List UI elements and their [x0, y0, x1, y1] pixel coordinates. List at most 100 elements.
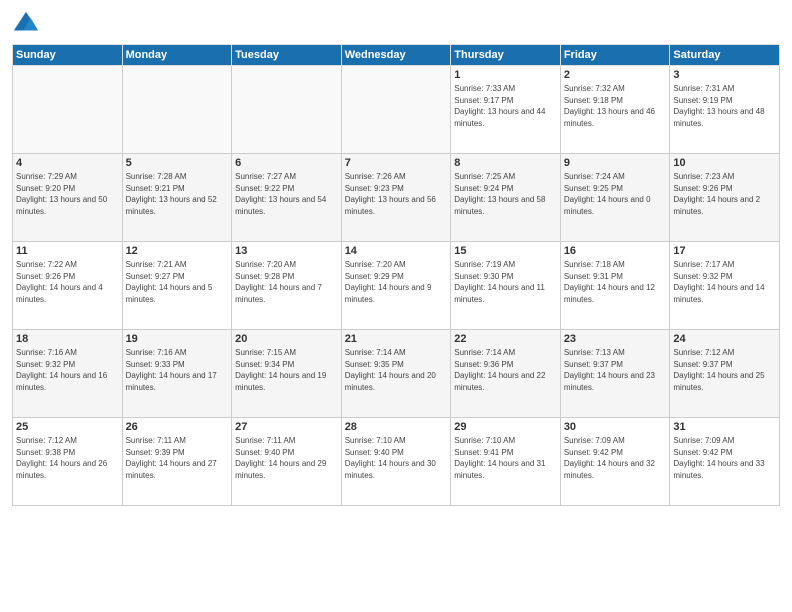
- day-number: 2: [564, 69, 667, 81]
- calendar-cell: 19Sunrise: 7:16 AMSunset: 9:33 PMDayligh…: [122, 330, 232, 418]
- page-container: SundayMondayTuesdayWednesdayThursdayFrid…: [0, 0, 792, 612]
- calendar-header-wednesday: Wednesday: [341, 45, 451, 66]
- calendar-cell: 1 Sunrise: 7:33 AMSunset: 9:17 PMDaylight…: [451, 66, 561, 154]
- day-number: 10: [673, 157, 776, 169]
- day-info: Sunrise: 7:09 AMSunset: 9:42 PMDaylight:…: [564, 435, 667, 481]
- day-number: 26: [126, 421, 229, 433]
- calendar-cell: 20 Sunrise: 7:15 AMSunset: 9:34 PMDayligh…: [232, 330, 342, 418]
- day-info: Sunrise: 7:25 AMSunset: 9:24 PMDaylight:…: [454, 171, 557, 217]
- day-number: 7: [345, 157, 448, 169]
- calendar-header-sunday: Sunday: [13, 45, 123, 66]
- day-number: 13: [235, 245, 338, 257]
- day-number: 12: [126, 245, 229, 257]
- calendar-cell: 4 Sunrise: 7:29 AMSunset: 9:20 PMDaylight…: [13, 154, 123, 242]
- day-info: Sunrise: 7:14 AMSunset: 9:35 PMDaylight:…: [345, 347, 448, 393]
- calendar-header-tuesday: Tuesday: [232, 45, 342, 66]
- day-number: 24: [673, 333, 776, 345]
- calendar-cell: 14 Sunrise: 7:20 AMSunset: 9:29 PMDayligh…: [341, 242, 451, 330]
- day-info: Sunrise: 7:27 AMSunset: 9:22 PMDaylight:…: [235, 171, 338, 217]
- day-number: 3: [673, 69, 776, 81]
- day-info: Sunrise: 7:17 AMSunset: 9:32 PMDaylight:…: [673, 259, 776, 305]
- calendar-cell: 31 Sunrise: 7:09 AMSunset: 9:42 PMDayligh…: [670, 418, 780, 506]
- day-info: Sunrise: 7:12 AMSunset: 9:37 PMDaylight:…: [673, 347, 776, 393]
- calendar-cell: 12 Sunrise: 7:21 AMSunset: 9:27 PMDayligh…: [122, 242, 232, 330]
- calendar-cell: 2 Sunrise: 7:32 AMSunset: 9:18 PMDaylight…: [560, 66, 670, 154]
- calendar-table: SundayMondayTuesdayWednesdayThursdayFrid…: [12, 44, 780, 506]
- calendar-cell: 6 Sunrise: 7:27 AMSunset: 9:22 PMDaylight…: [232, 154, 342, 242]
- calendar-cell: 15 Sunrise: 7:19 AMSunset: 9:30 PMDayligh…: [451, 242, 561, 330]
- day-info: Sunrise: 7:29 AMSunset: 9:20 PMDaylight:…: [16, 171, 119, 217]
- calendar-cell: 26 Sunrise: 7:11 AMSunset: 9:39 PMDayligh…: [122, 418, 232, 506]
- calendar-cell: 8Sunrise: 7:25 AMSunset: 9:24 PMDaylight…: [451, 154, 561, 242]
- day-info: Sunrise: 7:11 AMSunset: 9:40 PMDaylight:…: [235, 435, 338, 481]
- day-info: Sunrise: 7:10 AMSunset: 9:41 PMDaylight:…: [454, 435, 557, 481]
- calendar-week-row: 25 Sunrise: 7:12 AMSunset: 9:38 PMDayligh…: [13, 418, 780, 506]
- day-number: 22: [454, 333, 557, 345]
- day-info: Sunrise: 7:18 AMSunset: 9:31 PMDaylight:…: [564, 259, 667, 305]
- calendar-week-row: 4 Sunrise: 7:29 AMSunset: 9:20 PMDaylight…: [13, 154, 780, 242]
- day-info: Sunrise: 7:22 AMSunset: 9:26 PMDaylight:…: [16, 259, 119, 305]
- calendar-week-row: 11Sunrise: 7:22 AMSunset: 9:26 PMDayligh…: [13, 242, 780, 330]
- day-info: Sunrise: 7:16 AMSunset: 9:33 PMDaylight:…: [126, 347, 229, 393]
- calendar-cell: 28 Sunrise: 7:10 AMSunset: 9:40 PMDayligh…: [341, 418, 451, 506]
- logo: [12, 10, 44, 38]
- day-number: 9: [564, 157, 667, 169]
- calendar-header-saturday: Saturday: [670, 45, 780, 66]
- calendar-cell: 22 Sunrise: 7:14 AMSunset: 9:36 PMDayligh…: [451, 330, 561, 418]
- calendar-header-row: SundayMondayTuesdayWednesdayThursdayFrid…: [13, 45, 780, 66]
- day-info: Sunrise: 7:13 AMSunset: 9:37 PMDaylight:…: [564, 347, 667, 393]
- day-info: Sunrise: 7:31 AMSunset: 9:19 PMDaylight:…: [673, 83, 776, 129]
- calendar-cell: 24 Sunrise: 7:12 AMSunset: 9:37 PMDayligh…: [670, 330, 780, 418]
- calendar-cell: 11Sunrise: 7:22 AMSunset: 9:26 PMDayligh…: [13, 242, 123, 330]
- day-info: Sunrise: 7:32 AMSunset: 9:18 PMDaylight:…: [564, 83, 667, 129]
- day-info: Sunrise: 7:33 AMSunset: 9:17 PMDaylight:…: [454, 83, 557, 129]
- calendar-cell: 27 Sunrise: 7:11 AMSunset: 9:40 PMDayligh…: [232, 418, 342, 506]
- day-number: 15: [454, 245, 557, 257]
- day-number: 17: [673, 245, 776, 257]
- calendar-cell: 25 Sunrise: 7:12 AMSunset: 9:38 PMDayligh…: [13, 418, 123, 506]
- calendar-cell: 18Sunrise: 7:16 AMSunset: 9:32 PMDayligh…: [13, 330, 123, 418]
- day-info: Sunrise: 7:09 AMSunset: 9:42 PMDaylight:…: [673, 435, 776, 481]
- day-number: 28: [345, 421, 448, 433]
- day-info: Sunrise: 7:10 AMSunset: 9:40 PMDaylight:…: [345, 435, 448, 481]
- day-number: 25: [16, 421, 119, 433]
- calendar-cell: 3 Sunrise: 7:31 AMSunset: 9:19 PMDaylight…: [670, 66, 780, 154]
- day-info: Sunrise: 7:21 AMSunset: 9:27 PMDaylight:…: [126, 259, 229, 305]
- day-number: 4: [16, 157, 119, 169]
- calendar-cell: 13 Sunrise: 7:20 AMSunset: 9:28 PMDayligh…: [232, 242, 342, 330]
- day-info: Sunrise: 7:16 AMSunset: 9:32 PMDaylight:…: [16, 347, 119, 393]
- calendar-cell: 17 Sunrise: 7:17 AMSunset: 9:32 PMDayligh…: [670, 242, 780, 330]
- day-info: Sunrise: 7:12 AMSunset: 9:38 PMDaylight:…: [16, 435, 119, 481]
- day-info: Sunrise: 7:19 AMSunset: 9:30 PMDaylight:…: [454, 259, 557, 305]
- calendar-cell: [13, 66, 123, 154]
- day-number: 27: [235, 421, 338, 433]
- day-info: Sunrise: 7:26 AMSunset: 9:23 PMDaylight:…: [345, 171, 448, 217]
- day-number: 30: [564, 421, 667, 433]
- calendar-header-monday: Monday: [122, 45, 232, 66]
- calendar-cell: [341, 66, 451, 154]
- calendar-cell: 29Sunrise: 7:10 AMSunset: 9:41 PMDayligh…: [451, 418, 561, 506]
- day-info: Sunrise: 7:11 AMSunset: 9:39 PMDaylight:…: [126, 435, 229, 481]
- day-info: Sunrise: 7:20 AMSunset: 9:28 PMDaylight:…: [235, 259, 338, 305]
- day-info: Sunrise: 7:15 AMSunset: 9:34 PMDaylight:…: [235, 347, 338, 393]
- calendar-cell: [232, 66, 342, 154]
- calendar-week-row: 18Sunrise: 7:16 AMSunset: 9:32 PMDayligh…: [13, 330, 780, 418]
- calendar-header-friday: Friday: [560, 45, 670, 66]
- day-number: 23: [564, 333, 667, 345]
- day-number: 1: [454, 69, 557, 81]
- day-info: Sunrise: 7:24 AMSunset: 9:25 PMDaylight:…: [564, 171, 667, 217]
- day-number: 20: [235, 333, 338, 345]
- day-number: 14: [345, 245, 448, 257]
- page-header: [12, 10, 780, 38]
- day-info: Sunrise: 7:28 AMSunset: 9:21 PMDaylight:…: [126, 171, 229, 217]
- day-info: Sunrise: 7:20 AMSunset: 9:29 PMDaylight:…: [345, 259, 448, 305]
- calendar-cell: [122, 66, 232, 154]
- day-number: 31: [673, 421, 776, 433]
- day-number: 16: [564, 245, 667, 257]
- day-info: Sunrise: 7:14 AMSunset: 9:36 PMDaylight:…: [454, 347, 557, 393]
- calendar-week-row: 1 Sunrise: 7:33 AMSunset: 9:17 PMDaylight…: [13, 66, 780, 154]
- calendar-cell: 9 Sunrise: 7:24 AMSunset: 9:25 PMDaylight…: [560, 154, 670, 242]
- day-info: Sunrise: 7:23 AMSunset: 9:26 PMDaylight:…: [673, 171, 776, 217]
- logo-icon: [12, 10, 40, 38]
- day-number: 6: [235, 157, 338, 169]
